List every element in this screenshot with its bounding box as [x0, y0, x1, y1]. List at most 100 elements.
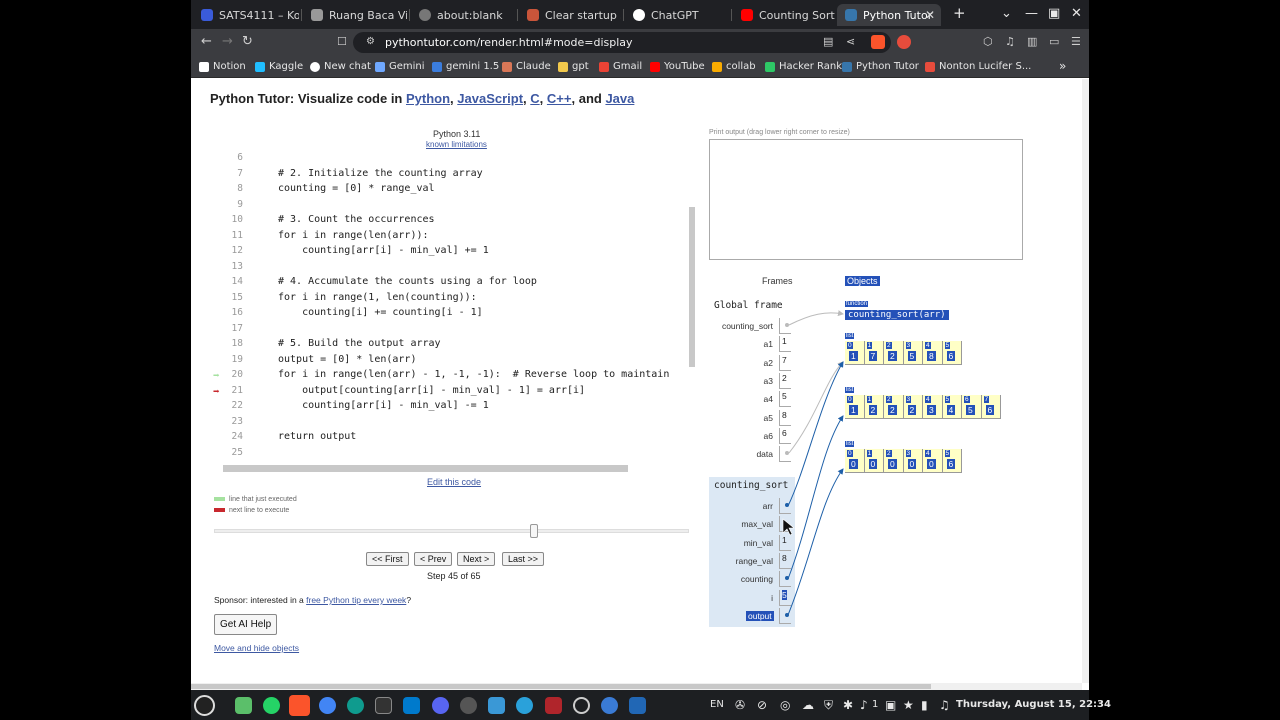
share-icon[interactable]: ⋖: [846, 35, 855, 48]
bookmark-gemini[interactable]: Gemini: [375, 61, 425, 72]
chrome-icon[interactable]: [319, 697, 336, 714]
bookmark-python-tutor[interactable]: Python Tutor: [842, 61, 919, 72]
wallet-icon[interactable]: ▭: [1049, 35, 1059, 48]
bookmarks-overflow-icon[interactable]: »: [1059, 59, 1066, 73]
bookmark-gpt[interactable]: gpt: [558, 61, 589, 72]
get-ai-help-button[interactable]: Get AI Help: [214, 614, 278, 635]
sidebar-icon[interactable]: ▥: [1027, 35, 1037, 48]
known-limitations-link[interactable]: known limitations: [426, 140, 487, 149]
tab-counting-sort-youtube[interactable]: Counting Sort - Y: [733, 4, 835, 26]
slider-handle[interactable]: [530, 524, 538, 538]
next-button[interactable]: Next >: [457, 552, 496, 566]
url-text[interactable]: pythontutor.com/render.html#mode=display: [385, 36, 633, 49]
tab-chatgpt[interactable]: ChatGPT: [625, 4, 729, 26]
reload-button[interactable]: ↻: [242, 34, 253, 49]
bookmark-icon[interactable]: ☐: [337, 35, 347, 48]
tab-python-tutor[interactable]: Python Tutor ✕: [837, 4, 941, 26]
bookmark-nonton-lucifer[interactable]: Nonton Lucifer S...: [925, 61, 1031, 72]
bookmark-new-chat[interactable]: New chat: [310, 61, 371, 72]
tab-separator: [623, 9, 624, 21]
code-vertical-scrollbar[interactable]: [688, 152, 696, 464]
tab-ruang-baca[interactable]: Ruang Baca Virtu: [303, 4, 407, 26]
whatsapp-icon[interactable]: [263, 697, 280, 714]
tab-sats4111[interactable]: SATS4111 – Kom: [193, 4, 299, 26]
settings-icon[interactable]: [460, 697, 477, 714]
keyboard-layout[interactable]: EN: [710, 699, 724, 710]
r-studio-icon[interactable]: [629, 697, 646, 714]
clock[interactable]: Thursday, August 15, 22:34: [956, 699, 1111, 710]
scroll-thumb[interactable]: [191, 684, 931, 689]
star-icon[interactable]: ★: [903, 698, 914, 712]
lang-link-java[interactable]: Java: [605, 91, 634, 106]
tab-close-icon[interactable]: ✕: [925, 8, 935, 22]
bookmark-hacker-rank[interactable]: Hacker Rank: [765, 61, 842, 72]
forward-button[interactable]: →: [222, 34, 233, 49]
vm-icon[interactable]: [545, 697, 562, 714]
search-icon[interactable]: [573, 697, 590, 714]
step-slider[interactable]: [214, 524, 689, 538]
shield-tray-icon[interactable]: ⛨: [824, 698, 833, 713]
bookmark-gemini-15[interactable]: gemini 1.5: [432, 61, 499, 72]
whatsapp-tray-icon[interactable]: ◎: [780, 698, 790, 712]
tab-about-blank[interactable]: about:blank: [411, 4, 515, 26]
code-horizontal-scrollbar[interactable]: [213, 464, 688, 473]
edge-icon[interactable]: [347, 697, 364, 714]
close-window-button[interactable]: ✕: [1071, 6, 1082, 21]
last-button[interactable]: Last >>: [502, 552, 545, 566]
lang-link-javascript[interactable]: JavaScript: [457, 91, 523, 106]
bookmark-youtube[interactable]: YouTube: [650, 61, 705, 72]
vscode-icon[interactable]: [403, 697, 420, 714]
bookmark-notion[interactable]: Notion: [199, 61, 246, 72]
clipboard-icon[interactable]: ▣: [885, 698, 896, 712]
rsync-icon[interactable]: [488, 697, 505, 714]
page-horizontal-scrollbar[interactable]: [191, 683, 1082, 690]
minimize-button[interactable]: —: [1025, 6, 1038, 21]
lang-link-cpp[interactable]: C++: [547, 91, 572, 106]
tab-search-chevron-icon[interactable]: ⌄: [1001, 6, 1012, 21]
scroll-thumb[interactable]: [689, 207, 695, 367]
edit-code-link[interactable]: Edit this code: [427, 477, 481, 487]
telegram-icon[interactable]: [516, 697, 533, 714]
reader-mode-icon[interactable]: ▤: [823, 35, 833, 48]
rewards-icon[interactable]: [897, 35, 911, 49]
bluetooth-icon[interactable]: ✱: [843, 698, 853, 712]
print-output-box[interactable]: [709, 139, 1023, 260]
move-hide-objects-link[interactable]: Move and hide objects: [214, 643, 299, 653]
scroll-thumb[interactable]: [223, 465, 628, 472]
files-icon[interactable]: [235, 697, 252, 714]
sponsor-link[interactable]: free Python tip every week: [306, 595, 406, 605]
sound-icon[interactable]: ♫: [939, 698, 950, 712]
lang-link-python[interactable]: Python: [406, 91, 450, 106]
new-tab-button[interactable]: +: [953, 4, 966, 22]
cloud-icon[interactable]: ☁: [802, 698, 814, 712]
prev-button[interactable]: < Prev: [414, 552, 453, 566]
bookmark-collab[interactable]: collab: [712, 61, 756, 72]
bookmark-gmail[interactable]: Gmail: [599, 61, 642, 72]
back-button[interactable]: ←: [201, 34, 212, 49]
safari-icon[interactable]: [601, 697, 618, 714]
line-number: 19: [231, 353, 243, 365]
first-button[interactable]: << First: [366, 552, 409, 566]
tools-icon[interactable]: ✇: [735, 698, 745, 712]
menu-icon[interactable]: ☰: [1071, 35, 1081, 48]
battery-icon[interactable]: ▮: [921, 698, 928, 712]
bookmark-kaggle[interactable]: Kaggle: [255, 61, 303, 72]
media-icon[interactable]: ♫: [1005, 35, 1015, 48]
page-vertical-scrollbar[interactable]: [1082, 79, 1089, 683]
bookmark-claude[interactable]: Claude: [502, 61, 551, 72]
extensions-icon[interactable]: ⬡: [983, 35, 993, 48]
bookmark-label: gpt: [572, 61, 589, 72]
notifications-icon[interactable]: ♪: [860, 698, 868, 712]
lang-link-c[interactable]: C: [530, 91, 539, 106]
tab-clear-startup[interactable]: Clear startup scre: [519, 4, 621, 26]
network-icon[interactable]: ⊘: [757, 698, 767, 712]
brave-shield-icon[interactable]: [871, 35, 885, 49]
code-text: output = [0] * len(arr): [278, 353, 417, 365]
site-info-icon[interactable]: ⚙: [366, 36, 375, 47]
brave-icon[interactable]: [289, 695, 310, 716]
discord-icon[interactable]: [432, 697, 449, 714]
maximize-button[interactable]: ▣: [1048, 6, 1060, 21]
mint-menu-icon[interactable]: [194, 695, 215, 716]
terminal-icon[interactable]: [375, 697, 392, 714]
tab-strip: SATS4111 – Kom Ruang Baca Virtu about:bl…: [191, 0, 1089, 29]
